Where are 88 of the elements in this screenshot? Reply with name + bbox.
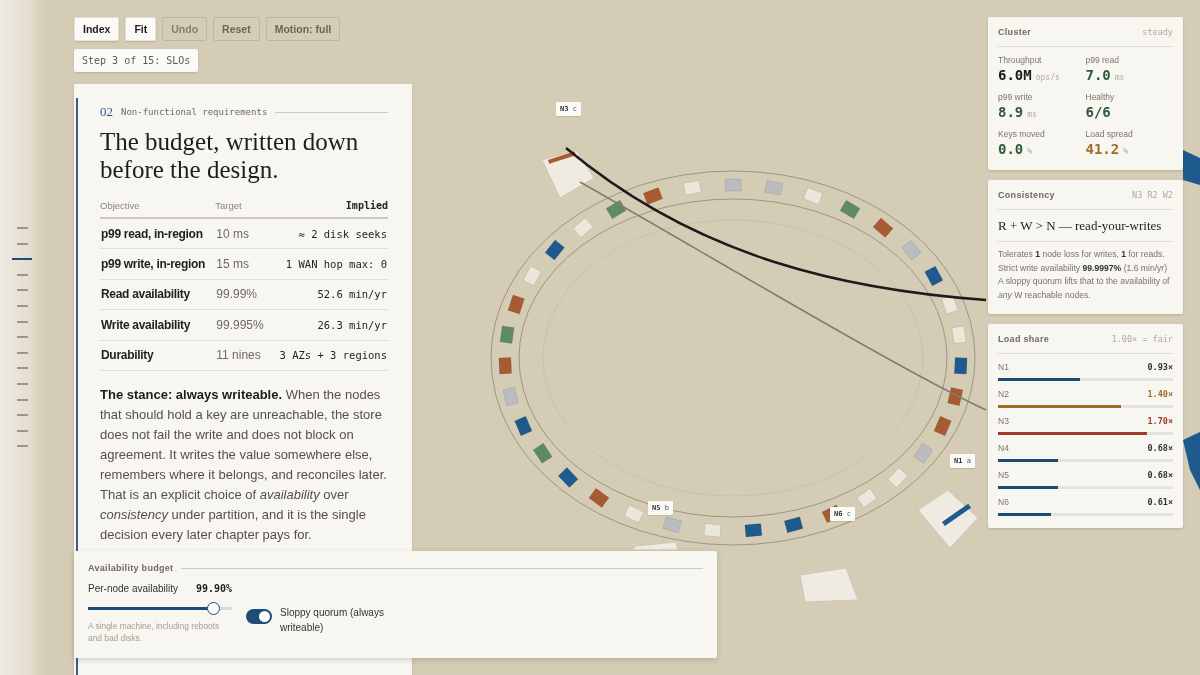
- panel-title: Consistency: [998, 190, 1055, 200]
- metric-unit: %: [1123, 147, 1129, 156]
- table-cell: 52.6 min/yr: [268, 279, 388, 310]
- step-marker[interactable]: [16, 382, 28, 385]
- step-marker[interactable]: [16, 304, 28, 307]
- table-cell: 3 AZs + 3 regions: [268, 340, 388, 371]
- step-marker[interactable]: [16, 429, 28, 432]
- slider-thumb[interactable]: [207, 602, 221, 615]
- table-cell: Write availability: [100, 309, 216, 340]
- step-marker[interactable]: [16, 242, 28, 245]
- slider-label: Per-node availability: [88, 583, 179, 594]
- metric-unit: %: [1027, 147, 1033, 156]
- toggle-switch[interactable]: [246, 609, 272, 624]
- metric-value: 41.2: [1085, 141, 1120, 157]
- load-value: 1.70×: [1147, 416, 1173, 426]
- step-marker[interactable]: [16, 227, 28, 229]
- metric-unit: ms: [1114, 73, 1125, 82]
- node-name: N1: [998, 362, 1009, 372]
- panel-title: Availability budget: [88, 563, 174, 573]
- load-value: 0.93×: [1147, 362, 1173, 372]
- column-header: Implied: [268, 200, 388, 218]
- load-value: 0.68×: [1147, 443, 1173, 453]
- quorum-params: N3 R2 W2: [1132, 190, 1173, 200]
- node-name: N4: [998, 443, 1009, 453]
- step-marker[interactable]: [16, 414, 28, 417]
- step-marker[interactable]: [16, 336, 28, 339]
- step-marker[interactable]: [16, 273, 28, 276]
- chapter-title: The budget, written down before the design.: [100, 128, 360, 184]
- metric-label: p99 read: [1085, 55, 1121, 65]
- consistency-note: A sloppy quorum lifts that to the availability of any W reachable nodes.: [998, 275, 1171, 302]
- step-indicator: Step 3 of 15: SLOs: [74, 49, 199, 72]
- toolbar-button[interactable]: Motion: full: [265, 17, 341, 41]
- metric-label: Throughput: [998, 55, 1043, 65]
- table-cell: 11 nines: [215, 340, 269, 371]
- load-value: 1.40×: [1147, 389, 1173, 399]
- table-cell: Durability: [100, 340, 216, 371]
- table-cell: 26.3 min/yr: [268, 309, 388, 340]
- slider-hint: A single machine, including reboots and bad disks.: [88, 620, 221, 644]
- load-value: 0.68×: [1147, 470, 1173, 480]
- metric-value: 0.0: [998, 141, 1024, 157]
- table-cell: 99.995%: [215, 309, 269, 340]
- table-cell: 15 ms: [215, 248, 269, 279]
- step-marker[interactable]: [16, 320, 28, 323]
- table-cell: p99 read, in-region: [100, 218, 216, 249]
- load-value: 0.61×: [1147, 497, 1173, 507]
- status-text: steady: [1142, 27, 1173, 37]
- chapter-number: 02: [100, 104, 113, 120]
- table-cell: Read availability: [100, 279, 216, 310]
- metric-label: Healthy: [1085, 92, 1116, 102]
- table-cell: 1 WAN hop max: 0: [268, 248, 388, 279]
- consistency-note: Tolerates 1 node loss for writes, 1 for reads.: [998, 248, 1166, 261]
- metric-label: Keys moved: [998, 129, 1046, 139]
- step-marker[interactable]: [16, 398, 28, 401]
- fair-note: 1.00× = fair: [1111, 334, 1173, 344]
- step-marker[interactable]: [16, 445, 28, 448]
- node-name: N2: [998, 389, 1009, 399]
- toolbar-button[interactable]: Fit: [125, 17, 157, 41]
- metric-value: 6/6: [1085, 104, 1111, 120]
- metric-value: 6.0M: [998, 67, 1032, 83]
- step-marker[interactable]: [16, 351, 28, 354]
- node-name: N5: [998, 470, 1009, 480]
- slider-reading: 99.90%: [195, 583, 232, 594]
- table-cell: 99.99%: [215, 279, 269, 310]
- toolbar-button[interactable]: Index: [74, 17, 120, 41]
- metric-unit: ops/s: [1035, 73, 1060, 82]
- column-header: Objective: [100, 200, 216, 218]
- step-marker[interactable]: [16, 289, 28, 292]
- table-cell: p99 write, in-region: [100, 248, 216, 279]
- column-header: Target: [215, 200, 269, 218]
- metric-label: p99 write: [998, 92, 1034, 102]
- step-marker[interactable]: [16, 367, 28, 370]
- metric-value: 7.0: [1085, 67, 1111, 83]
- metric-label: Load spread: [1085, 129, 1134, 139]
- panel-title: Load share: [998, 334, 1049, 344]
- table-cell: ≈ 2 disk seeks: [268, 218, 388, 249]
- metric-value: 8.9: [998, 104, 1024, 120]
- metric-unit: ms: [1027, 110, 1037, 119]
- toolbar-button[interactable]: Reset: [213, 17, 260, 41]
- chapter-label: Non-functional requirements: [121, 107, 268, 117]
- toggle-label: Sloppy quorum (always writeable): [280, 606, 385, 635]
- node-name: N6: [998, 497, 1009, 507]
- consistency-note: Strict write availability 99.9997% (1.6 min/yr): [998, 261, 1169, 275]
- table-cell: 10 ms: [215, 218, 269, 249]
- body-paragraph: The stance: always writeable. When the nodes that should hold a key are unreachable, the store does not fail the write and does not block on agreement. It writes the value somewhere else, remembers where it belongs, and reconciles later. That is an explicit choice of availability over consistency under partition, and it is the single decision every later chapter pays for.: [100, 386, 388, 544]
- panel-title: Cluster: [998, 27, 1032, 37]
- node-name: N3: [998, 416, 1009, 426]
- formula: R + W > N — read-your-writes: [998, 210, 1173, 242]
- step-marker[interactable]: [12, 258, 32, 261]
